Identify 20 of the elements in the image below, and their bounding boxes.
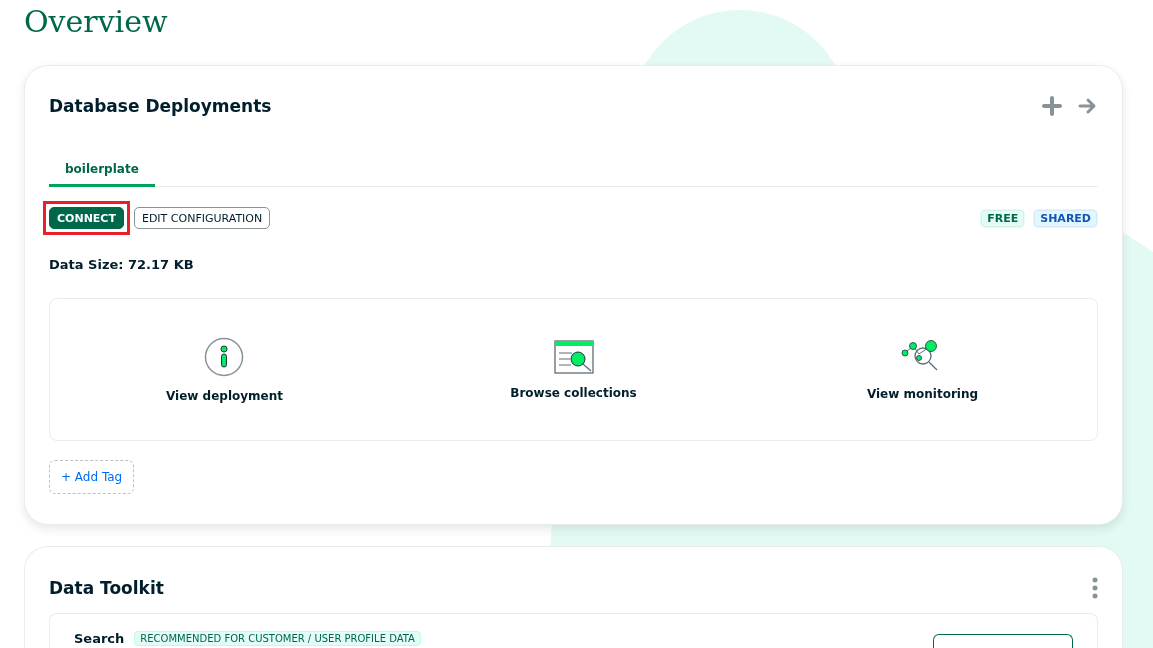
more-options-icon[interactable] [1092, 577, 1098, 599]
card-title: Data Toolkit [49, 578, 164, 598]
recommendation-badge: RECOMMENDED FOR CUSTOMER / USER PROFILE DATA [134, 631, 421, 646]
tab[interactable]: boilerplate [49, 156, 155, 187]
edit-configuration-button[interactable]: EDIT CONFIGURATION [133, 207, 271, 229]
page-title: Overview [24, 3, 169, 39]
action-link[interactable]: View monitoring [860, 337, 985, 402]
action-link[interactable]: View deployment [160, 335, 289, 404]
connect-button[interactable]: CONNECT [49, 207, 124, 229]
card-title: Database Deployments [49, 96, 272, 116]
tier-badge: SHARED [1033, 208, 1098, 228]
browser-window-icon [553, 339, 594, 374]
arrow-right-icon[interactable] [1078, 96, 1098, 116]
add-tag-button[interactable]: + Add Tag [49, 460, 135, 494]
plus-icon[interactable] [1042, 96, 1062, 116]
info-icon [204, 336, 245, 377]
tier-badge: FREE [980, 208, 1026, 228]
action-link[interactable]: Browse collections [504, 338, 643, 401]
data-size-text: Data Size: 72.17 KB [49, 257, 195, 272]
row-title: Search [74, 631, 125, 646]
